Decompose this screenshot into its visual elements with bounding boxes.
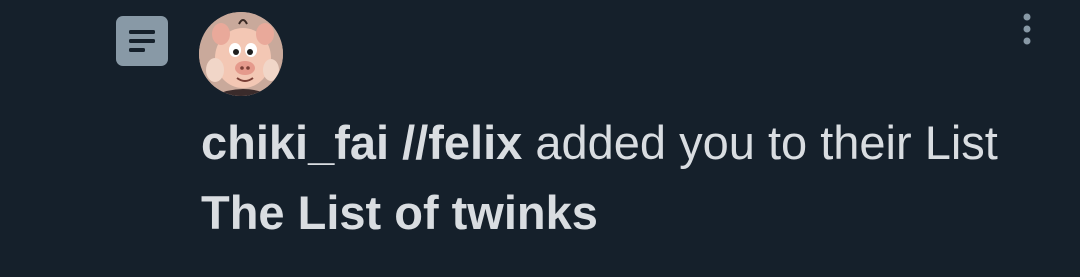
actor-name-link[interactable]: chiki_fai //felix (201, 116, 522, 169)
action-text: added you to their List (522, 116, 998, 169)
more-vertical-icon (1023, 13, 1031, 45)
notification-item[interactable]: chiki_fai //felix added you to their Lis… (0, 0, 1080, 277)
avatar[interactable] (199, 12, 283, 96)
pig-cartoon-avatar-icon (199, 12, 283, 96)
list-name-link[interactable]: The List of twinks (201, 186, 598, 239)
notification-message: chiki_fai //felix added you to their Lis… (201, 108, 1051, 248)
list-icon (116, 16, 168, 66)
more-options-button[interactable] (1012, 10, 1042, 50)
